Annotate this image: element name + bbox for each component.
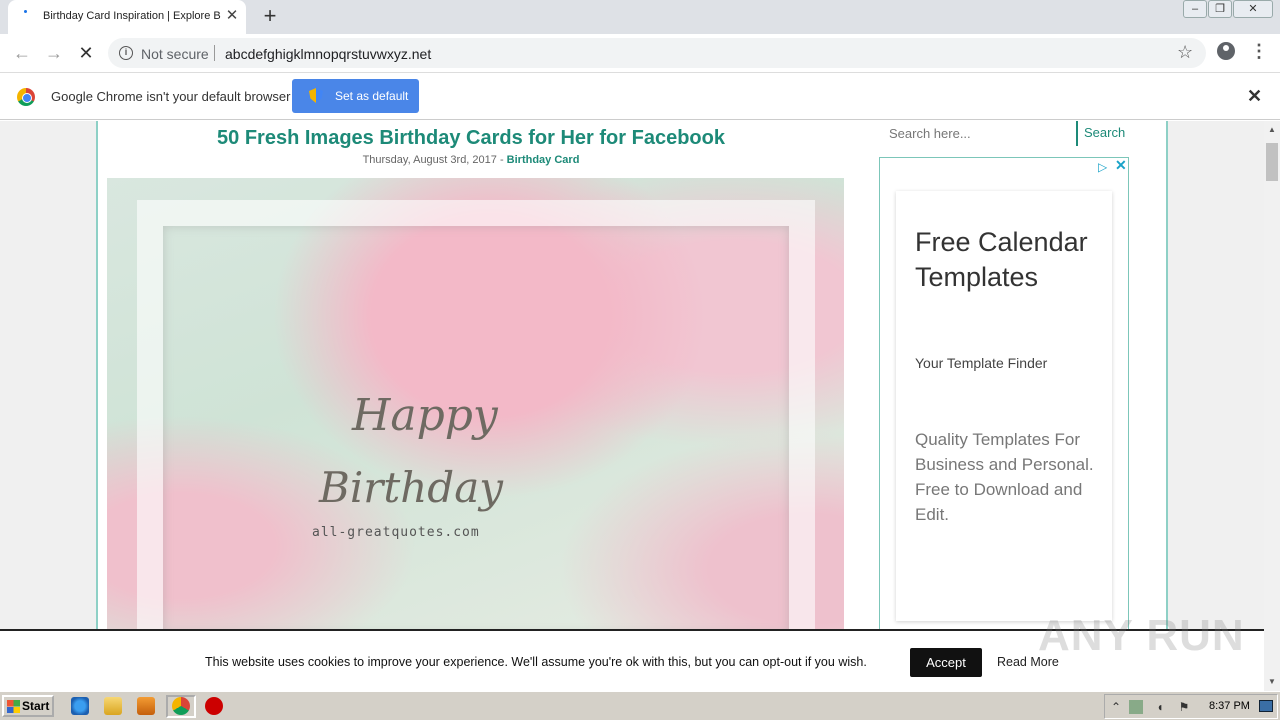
chrome-logo-icon: [17, 88, 35, 106]
page-content: 50 Fresh Images Birthday Cards for Her f…: [96, 121, 1168, 691]
post-title[interactable]: 50 Fresh Images Birthday Cards for Her f…: [98, 127, 844, 150]
ad-card[interactable]: Free Calendar Templates Your Template Fi…: [896, 191, 1112, 621]
ad-close-icon[interactable]: ✕: [1115, 157, 1127, 174]
omnibox-separator: [214, 45, 215, 61]
stop-loading-icon[interactable]: ✕: [74, 41, 98, 65]
new-tab-button[interactable]: +: [259, 5, 281, 27]
media-player-icon[interactable]: [137, 697, 155, 715]
search-input[interactable]: [881, 121, 1077, 145]
scroll-thumb[interactable]: [1266, 143, 1278, 181]
cookie-accept-button[interactable]: Accept: [910, 648, 982, 677]
show-desktop-icon[interactable]: [1259, 700, 1273, 712]
set-as-default-button[interactable]: Set as default: [292, 79, 419, 113]
stop-sign-icon[interactable]: [205, 697, 223, 715]
bookmark-star-icon[interactable]: ☆: [1177, 42, 1193, 63]
scroll-up-icon[interactable]: ▲: [1268, 125, 1276, 134]
anyrun-watermark: ANY RUN: [1038, 611, 1245, 660]
scroll-down-icon[interactable]: ▼: [1268, 677, 1276, 686]
ad-subtitle: Your Template Finder: [915, 355, 1048, 371]
uac-shield-icon: [309, 88, 323, 103]
address-bar[interactable]: i Not secure abcdefghigklmnopqrstuvwxyz.…: [108, 38, 1206, 68]
back-arrow-icon[interactable]: ←: [10, 41, 34, 65]
action-center-flag-icon[interactable]: ⚑: [1177, 700, 1191, 714]
security-label[interactable]: Not secure: [141, 46, 209, 62]
card-text-happy: Happy: [352, 390, 498, 441]
chrome-icon: [172, 697, 190, 715]
network-icon[interactable]: [1129, 700, 1143, 714]
browser-tab[interactable]: Birthday Card Inspiration | Explore B ✕: [8, 0, 246, 34]
tab-strip: Birthday Card Inspiration | Explore B ✕ …: [0, 0, 1280, 34]
restore-button[interactable]: ❐: [1208, 0, 1232, 18]
infobar-close-icon[interactable]: ✕: [1247, 86, 1262, 107]
chrome-menu-icon[interactable]: ⋮: [1250, 41, 1268, 61]
browser-toolbar: ← → ✕ i Not secure abcdefghigklmnopqrstu…: [0, 34, 1280, 72]
post-meta: Thursday, August 3rd, 2017 - Birthday Ca…: [98, 154, 844, 166]
card-text-birthday: Birthday: [319, 463, 503, 512]
set-as-default-label: Set as default: [335, 89, 409, 103]
taskbar-clock[interactable]: 8:37 PM: [1209, 700, 1250, 712]
windows-taskbar: Start ⌃ ◖ ⚑ 8:37 PM: [0, 691, 1280, 720]
page-viewport: 50 Fresh Images Birthday Cards for Her f…: [0, 121, 1264, 691]
minimize-button[interactable]: ‒: [1183, 0, 1207, 18]
meta-separator: -: [496, 154, 507, 166]
cookie-message: This website uses cookies to improve you…: [205, 655, 867, 669]
tray-expand-icon[interactable]: ⌃: [1109, 700, 1123, 714]
start-label: Start: [22, 699, 50, 713]
ad-title[interactable]: Free Calendar Templates: [915, 225, 1105, 295]
window-close-button[interactable]: ✕: [1233, 0, 1273, 18]
cookie-bar: This website uses cookies to improve you…: [0, 611, 1264, 691]
birthday-card-image[interactable]: Happy Birthday all-greatquotes.com: [107, 178, 844, 638]
search-button[interactable]: Search: [1076, 121, 1128, 146]
start-button[interactable]: Start: [2, 695, 54, 717]
info-icon[interactable]: i: [119, 46, 133, 60]
url-text[interactable]: abcdefghigklmnopqrstuvwxyz.net: [225, 46, 431, 62]
search-box: [881, 121, 1077, 146]
profile-avatar-icon[interactable]: [1217, 42, 1235, 60]
default-browser-infobar: Google Chrome isn't your default browser…: [0, 72, 1280, 120]
adchoices-icon[interactable]: ▷: [1098, 160, 1107, 174]
infobar-message: Google Chrome isn't your default browser: [51, 89, 291, 104]
page-scrollbar[interactable]: ▲ ▼: [1264, 121, 1280, 691]
windows-logo-icon: [7, 700, 20, 713]
tab-title: Birthday Card Inspiration | Explore B: [43, 10, 221, 22]
tab-close-icon[interactable]: ✕: [224, 7, 240, 25]
chrome-taskbar-button[interactable]: [166, 695, 196, 718]
internet-explorer-icon[interactable]: [71, 697, 89, 715]
forward-arrow-icon[interactable]: →: [42, 41, 66, 65]
file-explorer-icon[interactable]: [104, 697, 122, 715]
card-credit: all-greatquotes.com: [312, 525, 480, 540]
post-date: Thursday, August 3rd, 2017: [362, 154, 497, 166]
loading-favicon-icon: [24, 10, 38, 24]
system-tray: ⌃ ◖ ⚑ 8:37 PM: [1104, 694, 1278, 719]
ad-body: Quality Templates For Business and Perso…: [915, 430, 1094, 524]
post-category-link[interactable]: Birthday Card: [507, 154, 580, 166]
volume-icon[interactable]: ◖: [1153, 700, 1167, 714]
